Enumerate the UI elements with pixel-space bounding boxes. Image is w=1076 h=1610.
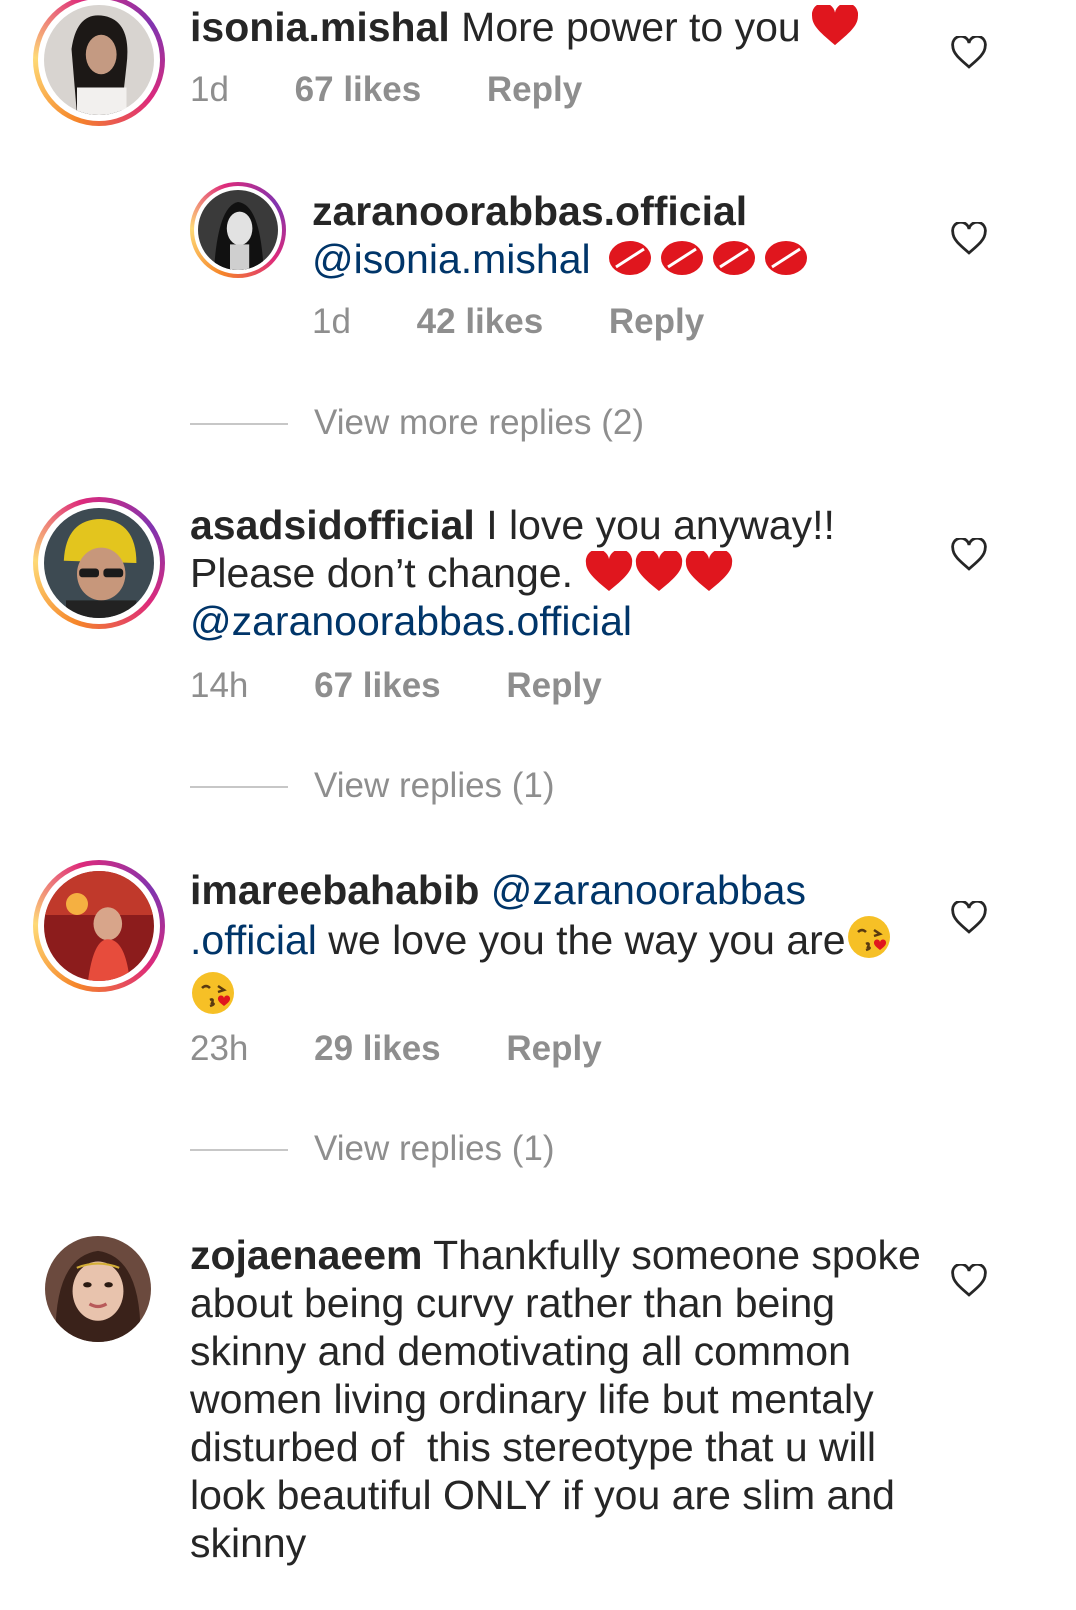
reply-zaranoorabbas-official: zaranoorabbas.official @isonia.mishal 1d…	[0, 180, 1076, 360]
comment-text: Thankfully someone spoke	[433, 1232, 921, 1278]
like-heart-icon[interactable]	[950, 220, 988, 256]
comment-time: 1d	[312, 302, 351, 341]
red-heart-emoji-icons	[584, 550, 734, 596]
reply-button[interactable]: Reply	[609, 302, 704, 342]
comment-meta: 1d 67 likes Reply	[190, 70, 582, 110]
kiss-mark-emoji-icons	[608, 236, 808, 282]
comment-text: More power to you	[461, 4, 801, 50]
comment-body: isonia.mishal More power to you	[190, 2, 859, 57]
reply-button[interactable]: Reply	[506, 666, 601, 706]
mention-link[interactable]: .official	[190, 917, 317, 963]
username[interactable]: zojaenaeem	[190, 1232, 422, 1278]
avatar[interactable]	[33, 497, 165, 629]
username[interactable]: zaranoorabbas.official	[312, 187, 808, 235]
comment-imareebahabib: imareebahabib @zaranoorabbas .official w…	[0, 858, 1076, 1088]
comment-text: look beautiful ONLY if you are slim and	[190, 1472, 895, 1518]
comment-asadsidofficial: asadsidofficial I love you anyway!! Plea…	[0, 495, 1076, 725]
comment-text: women living ordinary life but mentaly	[190, 1376, 874, 1422]
like-heart-icon[interactable]	[950, 1262, 988, 1298]
comment-text: skinny and demotivating all common	[190, 1328, 851, 1374]
username[interactable]: asadsidofficial	[190, 502, 475, 548]
comment-body: asadsidofficial I love you anyway!! Plea…	[190, 501, 835, 645]
likes-count[interactable]: 67 likes	[314, 666, 441, 706]
view-replies-label[interactable]: View replies (1)	[314, 1127, 555, 1171]
username[interactable]: isonia.mishal	[190, 4, 450, 50]
likes-count[interactable]: 67 likes	[295, 70, 422, 110]
like-heart-icon[interactable]	[950, 899, 988, 935]
likes-count[interactable]: 42 likes	[417, 302, 544, 342]
comment-body: zojaenaeem Thankfully someone spoke abou…	[190, 1231, 921, 1567]
comment-meta: 14h 67 likes Reply	[190, 666, 602, 706]
face-blowing-kiss-emoji-icon	[846, 914, 892, 970]
avatar[interactable]	[33, 0, 165, 126]
view-replies-label[interactable]: View more replies (2)	[314, 401, 644, 445]
view-replies-label[interactable]: View replies (1)	[314, 764, 555, 808]
reply-meta: 1d 42 likes Reply	[312, 302, 704, 342]
divider-line	[190, 1149, 288, 1151]
like-heart-icon[interactable]	[950, 34, 988, 70]
mention-link[interactable]: @zaranoorabbas.official	[190, 597, 835, 645]
comment-time: 23h	[190, 1029, 249, 1068]
comment-time: 14h	[190, 666, 249, 705]
reply-button[interactable]: Reply	[487, 70, 582, 110]
divider-line	[190, 786, 288, 788]
face-blowing-kiss-emoji-icon	[190, 970, 236, 1026]
like-heart-icon[interactable]	[950, 536, 988, 572]
likes-count[interactable]: 29 likes	[314, 1029, 441, 1069]
avatar[interactable]	[45, 1236, 151, 1342]
comment-time: 1d	[190, 70, 229, 109]
reply-button[interactable]: Reply	[506, 1029, 601, 1069]
divider-line	[190, 423, 288, 425]
comment-text: I love you anyway!!	[486, 502, 835, 548]
comment-body: imareebahabib @zaranoorabbas .official w…	[190, 866, 892, 1026]
reply-body: zaranoorabbas.official @isonia.mishal	[312, 187, 808, 283]
comment-text: Please don’t change.	[190, 550, 573, 596]
avatar[interactable]	[33, 860, 165, 992]
comment-text: disturbed of this stereotype that u will	[190, 1424, 876, 1470]
comment-meta: 23h 29 likes Reply	[190, 1029, 602, 1069]
comment-isonia-mishal: isonia.mishal More power to you 1d 67 li…	[0, 0, 1076, 140]
red-heart-emoji-icon	[812, 2, 859, 57]
mention-link[interactable]: @zaranoorabbas	[491, 867, 806, 913]
comment-text: about being curvy rather than being	[190, 1280, 836, 1326]
avatar[interactable]	[190, 182, 286, 278]
comment-text: skinny	[190, 1520, 307, 1566]
comment-zojaenaeem: zojaenaeem Thankfully someone spoke abou…	[0, 1228, 1076, 1610]
username[interactable]: imareebahabib	[190, 867, 479, 913]
mention-link[interactable]: @isonia.mishal	[312, 236, 591, 282]
comment-text: we love you the way you are	[316, 917, 846, 963]
